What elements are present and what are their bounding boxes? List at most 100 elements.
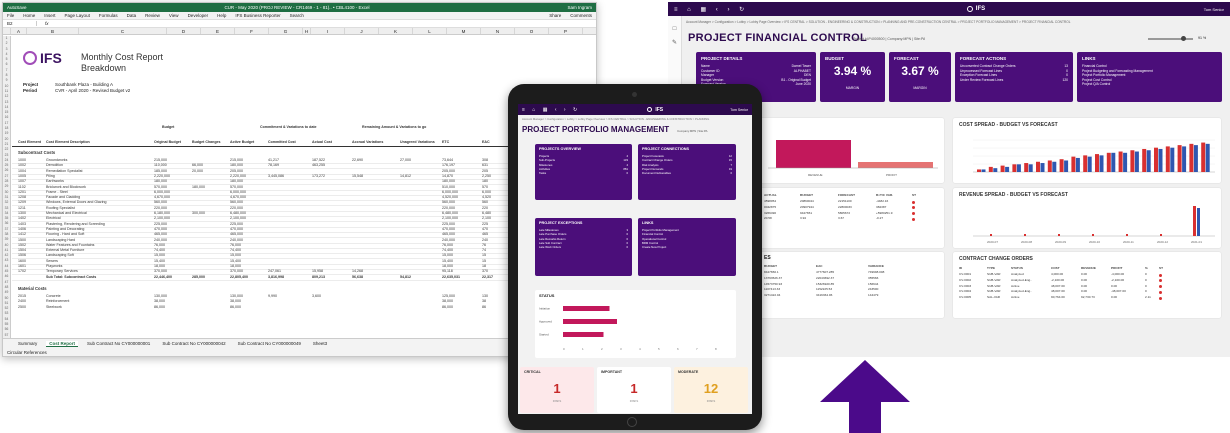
table-cell[interactable]: 41,217 xyxy=(268,158,279,162)
table-cell[interactable]: 240 xyxy=(482,238,488,242)
table-cell[interactable]: 130,000 xyxy=(230,294,243,298)
table-cell[interactable]: Frame - Steel xyxy=(46,190,68,194)
table-cell[interactable]: 1201 xyxy=(18,190,26,194)
table-cell[interactable]: 809,213 xyxy=(312,275,325,279)
table-cell[interactable]: 560,000 xyxy=(442,200,455,204)
table-cell[interactable]: 465,000 xyxy=(230,232,243,236)
table-cell[interactable]: 3,600 xyxy=(312,294,321,298)
table-cell[interactable]: Concrete xyxy=(46,294,61,298)
table-cell[interactable]: 180,000 xyxy=(154,179,167,183)
table-cell[interactable]: 86,000 xyxy=(442,305,453,309)
table-cell[interactable]: 4,670,000 xyxy=(154,195,170,199)
menu-item[interactable]: IFS Business Reporter xyxy=(235,13,280,18)
breadcrumb[interactable]: Account Manager > Configuration > Lobby … xyxy=(686,20,1206,24)
table-cell[interactable]: 2400 xyxy=(18,299,26,303)
table-cell[interactable]: 22,805,400 xyxy=(230,275,248,279)
table-cell[interactable]: 6,480,000 xyxy=(230,211,246,215)
column-header[interactable]: D xyxy=(167,28,201,34)
table-cell[interactable]: 76,000 xyxy=(442,243,453,247)
table-cell[interactable]: Reinforcement xyxy=(46,299,69,303)
table-cell[interactable]: Roofing Specialist xyxy=(46,206,75,210)
table-cell[interactable]: 570,000 xyxy=(154,185,167,189)
table-cell[interactable]: 1702 xyxy=(18,269,26,273)
link-item[interactable]: Project Q/A Control xyxy=(1082,82,1217,87)
menu-item[interactable]: Insert xyxy=(44,13,55,18)
sheet-tab[interactable]: Sub Contract No CY000000001 xyxy=(84,341,153,346)
table-cell[interactable]: 2,220,000 xyxy=(230,174,246,178)
table-cell[interactable]: 300,000 xyxy=(192,211,205,215)
table-cell[interactable]: 2500 xyxy=(18,305,26,309)
menu-item[interactable]: Developer xyxy=(188,13,209,18)
table-cell[interactable]: 470,000 xyxy=(154,227,167,231)
table-cell[interactable]: 74,400 xyxy=(230,248,241,252)
table-cell[interactable]: 74,400 xyxy=(154,248,165,252)
table-cell[interactable]: 38 xyxy=(482,299,486,303)
table-cell[interactable]: 78,169 xyxy=(268,163,279,167)
table-cell[interactable]: Remediation Specialist xyxy=(46,169,83,173)
side-rail-icons[interactable]: □ ✎ xyxy=(668,22,681,50)
share-button[interactable]: Share xyxy=(549,13,561,18)
column-header[interactable]: B xyxy=(27,28,79,34)
project-selector[interactable]: Project ld:P4000500 | Company:MPN | Site… xyxy=(853,37,925,41)
table-cell[interactable]: 205,000 xyxy=(230,169,243,173)
table-cell[interactable]: 180 xyxy=(482,179,488,183)
table-cell[interactable]: 510,000 xyxy=(442,185,455,189)
table-cell[interactable]: 6,000,000 xyxy=(154,190,170,194)
table-row[interactable]: CV-0005 SAL-VAR Active 90,764.00 92,730.73 0.… xyxy=(959,295,1215,301)
table-cell[interactable]: Painting and Decorating xyxy=(46,227,84,231)
table-cell[interactable]: 1211 xyxy=(18,206,26,210)
table-cell[interactable]: Windows, External Doors and Glazing xyxy=(46,200,107,204)
table-cell[interactable]: Water Features and Fountains xyxy=(46,243,94,247)
table-cell[interactable]: 1005 xyxy=(18,174,26,178)
column-header[interactable]: O xyxy=(515,28,549,34)
table-cell[interactable]: 570 xyxy=(482,185,488,189)
column-header[interactable]: M xyxy=(447,28,481,34)
kv-row[interactable]: Document Deliverables 0 xyxy=(642,171,732,175)
table-cell[interactable]: 1102 xyxy=(18,185,26,189)
column-header[interactable]: I xyxy=(311,28,345,34)
kv-row[interactable]: Tasks 0 xyxy=(539,171,628,175)
table-row[interactable]: 20.58 3.94 3.67 -0.27 xyxy=(764,216,938,222)
nav-icons[interactable]: ≡ ⌂ ▦ ‹ › ↻ xyxy=(674,6,748,13)
table-cell[interactable]: 4,520 xyxy=(482,195,491,199)
table-cell[interactable]: 20,000 xyxy=(192,169,203,173)
table-cell[interactable]: 6,480 xyxy=(482,211,491,215)
table-cell[interactable]: 1402 xyxy=(18,216,26,220)
table-cell[interactable]: Piling xyxy=(46,174,55,178)
table-cell[interactable]: 2,100,000 xyxy=(442,216,458,220)
table-cell[interactable]: 1502 xyxy=(18,243,26,247)
table-cell[interactable]: 560,000 xyxy=(230,200,243,204)
risk-card-moderate[interactable]: MODERATE 12 RISKS xyxy=(674,367,748,413)
table-cell[interactable]: 465,000 xyxy=(442,232,455,236)
table-cell[interactable]: 180,000 xyxy=(230,163,243,167)
table-cell[interactable]: 215,000 xyxy=(230,158,243,162)
table-cell[interactable]: 370,000 xyxy=(154,269,167,273)
table-cell[interactable]: 180,000 xyxy=(230,179,243,183)
table-cell[interactable]: 2,100,000 xyxy=(230,216,246,220)
table-cell[interactable]: 1002 xyxy=(18,163,26,167)
table-cell[interactable]: 27,000 xyxy=(400,158,411,162)
user-name[interactable]: Tom Senior xyxy=(1204,7,1224,12)
table-cell[interactable]: 220,000 xyxy=(154,206,167,210)
table-cell[interactable]: 14,870 xyxy=(442,174,453,178)
kv-row[interactable]: Under Review Forecast Lines 120 xyxy=(960,78,1068,83)
table-cell[interactable]: 6,180,000 xyxy=(154,211,170,215)
column-header[interactable]: J xyxy=(345,28,379,34)
autosave-label[interactable]: AutoSave xyxy=(7,5,27,10)
sheet-tab[interactable]: Summary xyxy=(15,341,40,346)
table-cell[interactable]: 76,000 xyxy=(230,243,241,247)
comments-button[interactable]: Comments xyxy=(570,13,592,18)
table-cell[interactable]: 180,000 xyxy=(442,179,455,183)
table-cell[interactable]: 220,000 xyxy=(230,206,243,210)
table-cell[interactable]: 73,644 xyxy=(442,158,453,162)
table-cell[interactable]: 86,000 xyxy=(154,305,165,309)
kv-row[interactable]: Late Work Orders 0 xyxy=(539,245,628,249)
table-cell[interactable]: 180,000 xyxy=(192,185,205,189)
link-item[interactable]: Create New Project xyxy=(642,245,732,249)
table-cell[interactable]: 6,000,000 xyxy=(230,190,246,194)
table-cell[interactable]: Brickwork and Blockwork xyxy=(46,185,86,189)
table-cell[interactable]: 14,812 xyxy=(400,174,411,178)
table-cell[interactable]: 18,000 xyxy=(442,264,453,268)
table-cell[interactable]: 38,000 xyxy=(442,299,453,303)
sheet-tab[interactable]: Sub Contract No CY000000049 xyxy=(235,341,304,346)
